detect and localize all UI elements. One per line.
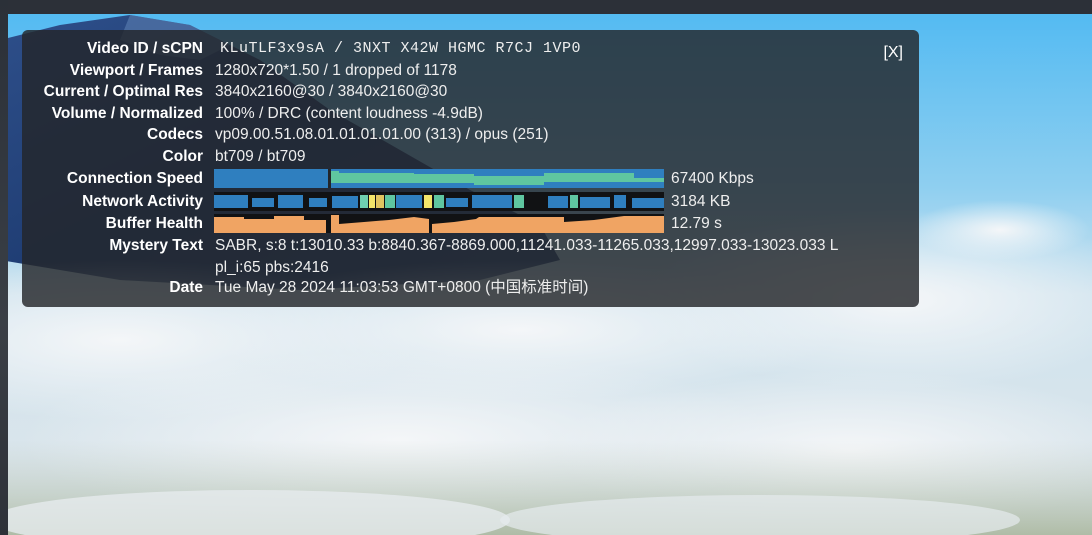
network-activity-label: Network Activity [82,193,203,210]
row-volume: Volume / Normalized 100% / DRC (content … [22,103,919,125]
network-activity-value: 3184 KB [671,193,731,210]
connection-speed-label: Connection Speed [66,170,203,187]
date-value: Tue May 28 2024 11:03:53 GMT+0800 (中国标准时… [215,279,589,296]
connection-speed-value: 67400 Kbps [671,170,754,187]
buffer-health-graph [214,214,664,233]
resolution-label: Current / Optimal Res [43,83,203,100]
row-network-activity: Network Activity 3184 KB [22,191,919,213]
row-video-id: Video ID / sCPN KLuTLF3x9sA / 3NXT X42W … [22,38,919,60]
mystery-text-label: Mystery Text [109,237,203,254]
viewport-value: 1280x720*1.50 / 1 dropped of 1178 [215,62,457,79]
row-mystery-text: Mystery Text SABR, s:8 t:13010.33 b:8840… [22,235,919,276]
mystery-text-line1: SABR, s:8 t:13010.33 b:8840.367-8869.000… [215,237,839,254]
mystery-text-line2: pl_i:65 pbs:2416 [215,259,329,276]
resolution-value: 3840x2160@30 / 3840x2160@30 [215,83,448,100]
row-viewport: Viewport / Frames 1280x720*1.50 / 1 drop… [22,60,919,82]
date-label: Date [169,279,203,296]
row-date: Date Tue May 28 2024 11:03:53 GMT+0800 (… [22,277,919,299]
row-codecs: Codecs vp09.00.51.08.01.01.01.01.00 (313… [22,124,919,146]
buffer-health-label: Buffer Health [105,215,203,232]
row-buffer-health: Buffer Health 12.79 s [22,213,919,235]
row-connection-speed: Connection Speed 67400 Kbps [22,168,919,190]
volume-value: 100% / DRC (content loudness -4.9dB) [215,105,483,122]
color-label: Color [162,148,203,165]
stats-for-nerds-panel: [X] Video ID / sCPN KLuTLF3x9sA / 3NXT X… [22,30,919,307]
video-id-value: KLuTLF3x9sA / 3NXT X42W HGMC R7CJ 1VP0 [220,40,582,57]
codecs-value: vp09.00.51.08.01.01.01.01.00 (313) / opu… [215,126,549,143]
buffer-health-value: 12.79 s [671,215,722,232]
codecs-label: Codecs [147,126,203,143]
window-left-edge [0,0,8,535]
connection-speed-graph [214,169,664,188]
video-id-label: Video ID / sCPN [87,40,203,57]
network-activity-graph [214,192,664,211]
viewport-label: Viewport / Frames [69,62,203,79]
window-top-bar [0,0,1092,14]
color-value: bt709 / bt709 [215,148,306,165]
volume-label: Volume / Normalized [51,105,203,122]
row-resolution: Current / Optimal Res 3840x2160@30 / 384… [22,81,919,103]
row-color: Color bt709 / bt709 [22,146,919,168]
